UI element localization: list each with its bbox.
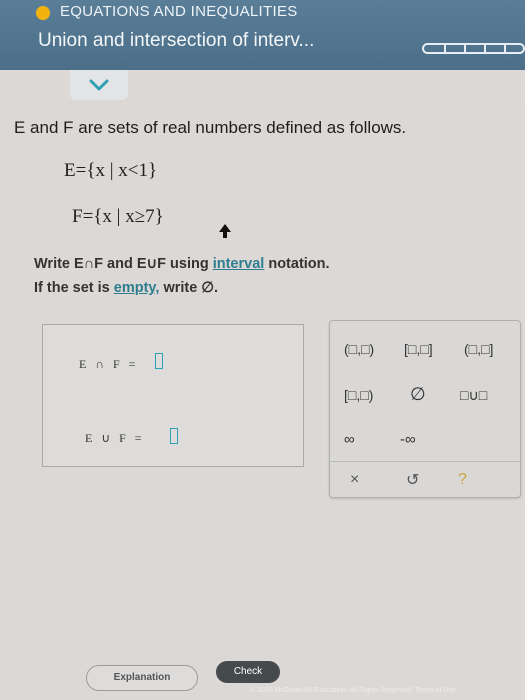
union-input[interactable] (170, 428, 178, 444)
instruction-text: notation. (264, 256, 330, 272)
open-open-interval-button[interactable]: (□,□) (344, 341, 374, 357)
instruction-text: If the set is (34, 280, 114, 296)
empty-instruction-line: If the set is empty, write ∅. (34, 280, 218, 296)
empty-set-button[interactable]: ∅ (410, 384, 426, 405)
intersection-label: E ∩ F = (79, 357, 139, 371)
progress-segment (484, 43, 486, 54)
collapse-toggle[interactable] (70, 70, 128, 100)
chevron-down-icon (89, 79, 109, 91)
negative-infinity-button[interactable]: -∞ (400, 431, 416, 448)
page-title: Union and intersection of interv... (38, 30, 315, 51)
top-header: EQUATIONS AND INEQUALITIES Union and int… (0, 0, 525, 70)
explanation-button[interactable]: Explanation (86, 665, 198, 691)
clear-button[interactable]: × (350, 471, 359, 489)
answer-box: E ∩ F = E ∪ F = (42, 324, 304, 467)
progress-segment (464, 43, 466, 54)
set-e-definition: E={x | x<1} (64, 160, 158, 181)
section-name: EQUATIONS AND INEQUALITIES (60, 3, 298, 20)
intersection-input[interactable] (155, 353, 163, 369)
footer-copyright: © 2020 McGraw-Hill Education. All Rights… (250, 687, 456, 694)
help-button[interactable]: ? (458, 471, 467, 489)
progress-segment (444, 43, 446, 54)
undo-button[interactable]: ↺ (406, 470, 419, 490)
palette-divider (330, 461, 520, 462)
instruction-text: write ∅. (159, 280, 219, 296)
instruction-text: Write E∩F and E∪F using (34, 256, 213, 272)
progress-segment (504, 43, 506, 54)
closed-open-interval-button[interactable]: [□,□) (344, 387, 373, 403)
open-closed-interval-button[interactable]: (□,□] (464, 341, 493, 357)
set-f-definition: F={x | x≥7} (72, 206, 164, 227)
empty-link[interactable]: empty, (114, 280, 160, 296)
check-button[interactable]: Check (216, 661, 280, 683)
union-button[interactable]: □∪□ (460, 387, 487, 404)
interval-link[interactable]: interval (213, 256, 265, 272)
symbol-palette: (□,□) [□,□] (□,□] [□,□) ∅ □∪□ ∞ -∞ × ↺ ? (329, 320, 521, 498)
infinity-button[interactable]: ∞ (344, 431, 355, 448)
instruction-line: Write E∩F and E∪F using interval notatio… (34, 256, 330, 272)
union-label: E ∪ F = (85, 431, 145, 445)
closed-closed-interval-button[interactable]: [□,□] (404, 341, 433, 357)
progress-bar (422, 43, 525, 54)
mouse-cursor-icon (219, 224, 231, 238)
status-dot-icon (36, 6, 50, 20)
problem-intro: E and F are sets of real numbers defined… (14, 118, 407, 137)
